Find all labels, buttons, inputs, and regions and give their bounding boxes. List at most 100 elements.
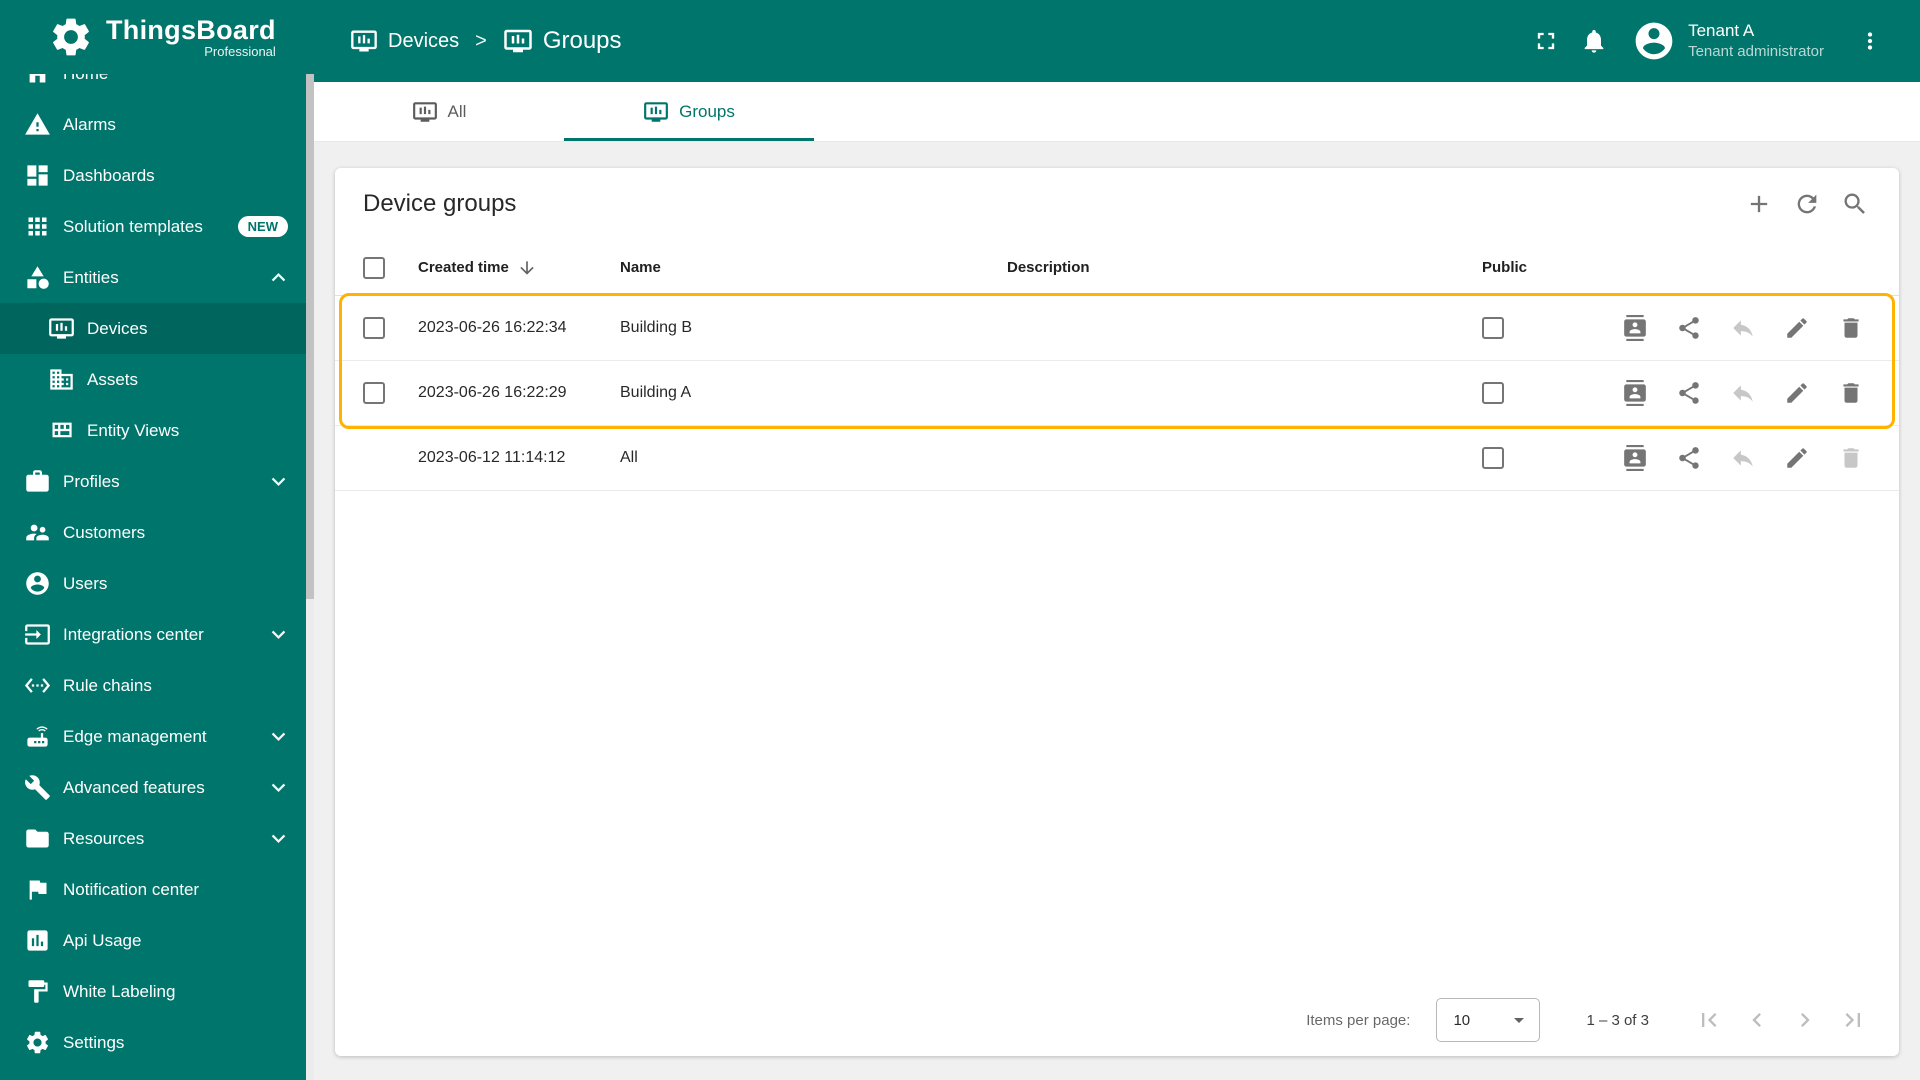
more-menu-button[interactable] <box>1846 17 1894 65</box>
user-info: Tenant A Tenant administrator <box>1688 20 1824 62</box>
sidebar-item-advanced-features[interactable]: Advanced features <box>0 762 314 813</box>
device-groups-card: Device groups Created time Name Descript… <box>335 168 1899 1056</box>
sidebar-item-label: Api Usage <box>63 930 142 950</box>
white-labeling-icon <box>28 980 48 1003</box>
edit-button[interactable] <box>1777 438 1817 478</box>
sidebar-item-integrations-center[interactable]: Integrations center <box>0 609 314 660</box>
tab-groups[interactable]: Groups <box>564 82 814 141</box>
sidebar-item-edge-management[interactable]: Edge management <box>0 711 314 762</box>
sidebar-item-alarms[interactable]: Alarms <box>0 99 314 150</box>
sidebar-item-solution-templates[interactable]: Solution templates NEW <box>0 201 314 252</box>
public-checkbox[interactable] <box>1482 447 1504 469</box>
column-created-time[interactable]: Created time <box>418 258 620 278</box>
account-circle-icon <box>1635 22 1673 60</box>
page-size-select[interactable]: 10 <box>1436 998 1541 1042</box>
api-usage-icon <box>27 930 48 951</box>
manage-owners-icon <box>1624 380 1646 406</box>
edit-icon <box>1787 318 1807 338</box>
logo-gear-icon <box>53 18 89 56</box>
sidebar-scrollbar[interactable] <box>306 74 314 1080</box>
table-header: Created time Name Description Public <box>335 240 1899 296</box>
breadcrumb-label: Groups <box>542 27 622 54</box>
tabs-bar: All Groups <box>314 82 1920 142</box>
sidebar-item-label: Advanced features <box>63 777 205 797</box>
sidebar-item-notification-center[interactable]: Notification center <box>0 864 314 915</box>
card-header: Device groups <box>335 168 1899 240</box>
refresh-button[interactable] <box>1783 180 1831 228</box>
make-private-button[interactable] <box>1723 308 1763 348</box>
solution-templates-icon <box>28 217 47 236</box>
share-button[interactable] <box>1669 373 1709 413</box>
column-name[interactable]: Name <box>620 259 1007 276</box>
sidebar-item-profiles[interactable]: Profiles <box>0 456 314 507</box>
public-checkbox[interactable] <box>1482 317 1504 339</box>
notifications-button[interactable] <box>1570 17 1618 65</box>
edit-button[interactable] <box>1777 308 1817 348</box>
row-select-checkbox[interactable] <box>363 382 385 404</box>
sidebar-item-label: Assets <box>87 369 139 389</box>
next-page-button[interactable] <box>1781 996 1829 1044</box>
tab-all[interactable]: All <box>314 82 564 141</box>
delete-button[interactable] <box>1831 308 1871 348</box>
sidebar-item-assets[interactable]: Assets <box>0 354 314 405</box>
share-button[interactable] <box>1669 438 1709 478</box>
sidebar-item-customers[interactable]: Customers <box>0 507 314 558</box>
users-icon <box>26 572 49 595</box>
row-select-checkbox[interactable] <box>363 317 385 339</box>
settings-icon <box>26 1031 49 1054</box>
sidebar-item-entity-views[interactable]: Entity Views <box>0 405 314 456</box>
chevron-left-icon <box>1752 1013 1761 1027</box>
sidebar-item-settings[interactable]: Settings <box>0 1017 314 1068</box>
first-page-button[interactable] <box>1685 996 1733 1044</box>
sidebar-item-label: Entities <box>63 267 119 287</box>
share-icon <box>1679 447 1699 469</box>
sidebar-item-rule-chains[interactable]: Rule chains <box>0 660 314 711</box>
make-private-button[interactable] <box>1723 373 1763 413</box>
fullscreen-button[interactable] <box>1522 17 1570 65</box>
sidebar-item-label: Notification center <box>63 879 200 899</box>
user-role: Tenant administrator <box>1688 43 1824 61</box>
last-page-button[interactable] <box>1829 996 1877 1044</box>
user-avatar[interactable] <box>1632 19 1676 63</box>
created-time-cell: 2023-06-26 16:22:34 <box>418 319 567 336</box>
column-public[interactable]: Public <box>1482 259 1602 276</box>
public-checkbox[interactable] <box>1482 382 1504 404</box>
manage-owners-button[interactable] <box>1615 373 1655 413</box>
breadcrumb-label: Devices <box>388 29 460 52</box>
select-all-checkbox[interactable] <box>363 256 385 279</box>
main-area: Devices > Groups Tenant A Tenant adminis… <box>314 0 1920 1080</box>
sidebar-item-entities[interactable]: Entities <box>0 252 314 303</box>
edge-icon <box>27 726 48 747</box>
search-button[interactable] <box>1831 180 1879 228</box>
add-group-button[interactable] <box>1735 180 1783 228</box>
manage-owners-button[interactable] <box>1615 438 1655 478</box>
sidebar-scrollbar-thumb[interactable] <box>306 74 314 599</box>
sidebar-item-resources[interactable]: Resources <box>0 813 314 864</box>
make-private-button[interactable] <box>1723 438 1763 478</box>
column-description[interactable]: Description <box>1007 259 1482 276</box>
share-button[interactable] <box>1669 308 1709 348</box>
sidebar-item-dashboards[interactable]: Dashboards <box>0 150 314 201</box>
delete-button[interactable] <box>1831 438 1871 478</box>
tab-label: All <box>447 101 467 121</box>
refresh-icon <box>1797 194 1817 214</box>
delete-icon <box>1843 318 1859 338</box>
delete-button[interactable] <box>1831 373 1871 413</box>
edit-button[interactable] <box>1777 373 1817 413</box>
sidebar-item-white-labeling[interactable]: White Labeling <box>0 966 314 1017</box>
app-name: ThingsBoard <box>106 15 276 45</box>
resources-icon <box>26 829 49 848</box>
breadcrumb-item-groups[interactable]: Groups <box>503 26 622 56</box>
content-area: Device groups Created time Name Descript… <box>314 142 1920 1080</box>
app-logo[interactable]: ThingsBoard Professional <box>0 0 314 74</box>
sidebar-item-label: Users <box>63 573 108 593</box>
breadcrumb-item-devices[interactable]: Devices <box>350 27 459 55</box>
table-row: 2023-06-12 11:14:12 All <box>335 426 1899 491</box>
sidebar-item-api-usage[interactable]: Api Usage <box>0 915 314 966</box>
sidebar-item-devices[interactable]: Devices <box>0 303 314 354</box>
card-title: Device groups <box>363 190 517 217</box>
previous-page-button[interactable] <box>1733 996 1781 1044</box>
device-group-icon <box>504 29 532 53</box>
manage-owners-button[interactable] <box>1615 308 1655 348</box>
sidebar-item-users[interactable]: Users <box>0 558 314 609</box>
